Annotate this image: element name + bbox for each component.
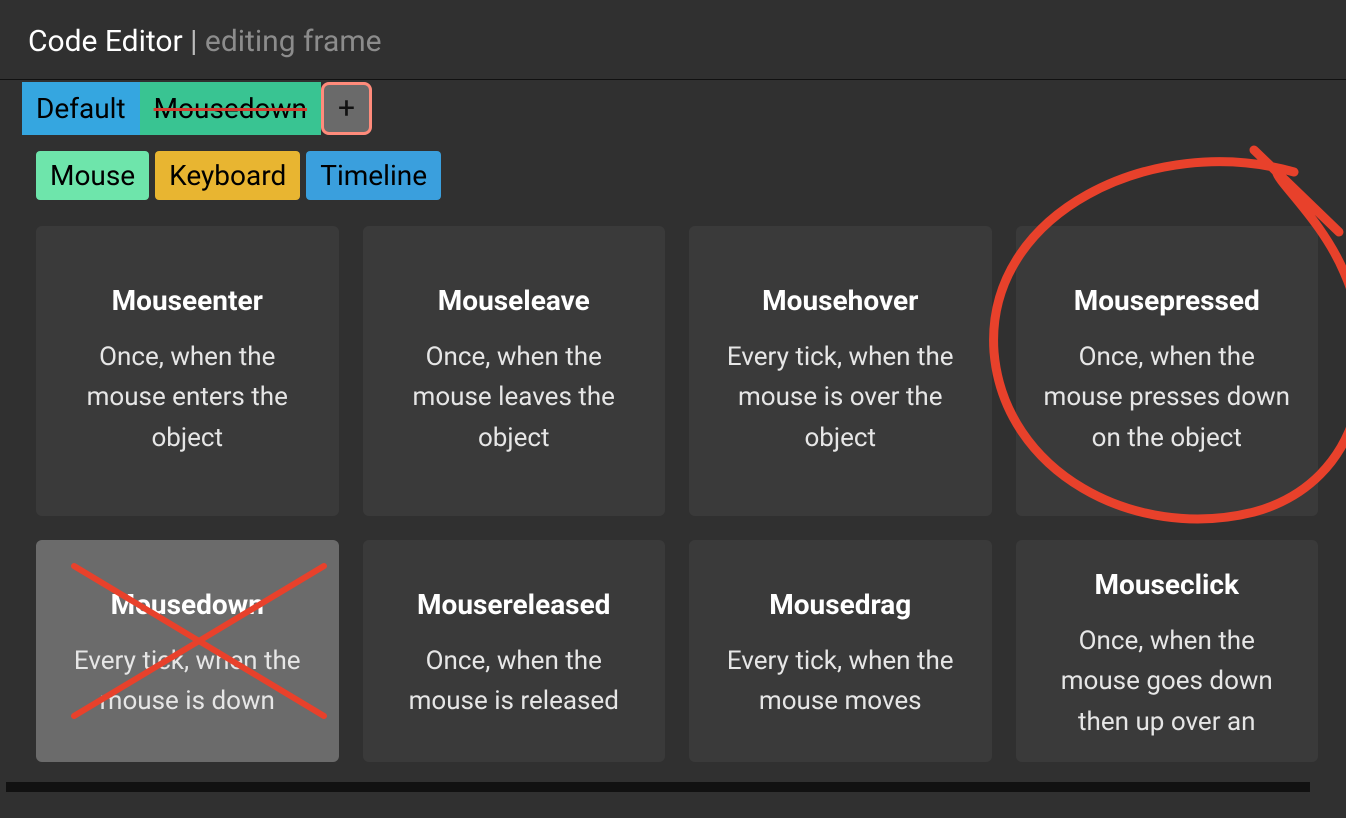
event-title: Mousedrag <box>711 588 970 621</box>
event-desc: Once, when the mouse leaves the object <box>385 337 644 458</box>
event-title: Mousedown <box>58 588 317 621</box>
event-cards-row-1: Mouseenter Once, when the mouse enters t… <box>36 226 1318 516</box>
event-card-mouseleave[interactable]: Mouseleave Once, when the mouse leaves t… <box>363 226 666 516</box>
event-desc: Once, when the mouse presses down on the… <box>1038 337 1297 458</box>
event-desc: Every tick, when the mouse moves <box>711 641 970 722</box>
tab-default[interactable]: Default <box>22 82 140 135</box>
event-cards-row-2: Mousedown Every tick, when the mouse is … <box>36 540 1318 762</box>
category-keyboard[interactable]: Keyboard <box>155 151 300 200</box>
event-title: Mouseclick <box>1038 568 1297 601</box>
add-tab-button[interactable]: + <box>321 82 372 135</box>
event-category-tabs: Mouse Keyboard Timeline <box>0 135 1346 200</box>
event-desc: Once, when the mouse enters the object <box>58 337 317 458</box>
script-tabs: Default Mousedown + <box>0 82 1346 135</box>
event-desc: Every tick, when the mouse is down <box>58 641 317 722</box>
event-card-mousepressed[interactable]: Mousepressed Once, when the mouse presse… <box>1016 226 1319 516</box>
event-title: Mousereleased <box>385 588 644 621</box>
tab-mousedown[interactable]: Mousedown <box>140 82 321 135</box>
event-desc: Every tick, when the mouse is over the o… <box>711 337 970 458</box>
event-desc: Once, when the mouse is released <box>385 641 644 722</box>
event-card-mousedown[interactable]: Mousedown Every tick, when the mouse is … <box>36 540 339 762</box>
title-main: Code Editor <box>28 24 183 59</box>
bottom-shadow <box>6 782 1310 792</box>
event-title: Mouseenter <box>58 284 317 317</box>
title-bar: Code Editor | editing frame <box>0 0 1346 80</box>
title-sub: editing frame <box>205 24 382 59</box>
event-card-mousedrag[interactable]: Mousedrag Every tick, when the mouse mov… <box>689 540 992 762</box>
event-card-mousehover[interactable]: Mousehover Every tick, when the mouse is… <box>689 226 992 516</box>
event-title: Mouseleave <box>385 284 644 317</box>
event-card-mousereleased[interactable]: Mousereleased Once, when the mouse is re… <box>363 540 666 762</box>
event-card-mouseclick[interactable]: Mouseclick Once, when the mouse goes dow… <box>1016 540 1319 762</box>
event-card-mouseenter[interactable]: Mouseenter Once, when the mouse enters t… <box>36 226 339 516</box>
category-timeline[interactable]: Timeline <box>306 151 441 200</box>
title-separator: | <box>183 24 205 59</box>
category-mouse[interactable]: Mouse <box>36 151 149 200</box>
event-title: Mousehover <box>711 284 970 317</box>
event-cards-panel: Mouseenter Once, when the mouse enters t… <box>36 226 1318 762</box>
event-desc: Once, when the mouse goes down then up o… <box>1038 621 1297 742</box>
event-title: Mousepressed <box>1038 284 1297 317</box>
